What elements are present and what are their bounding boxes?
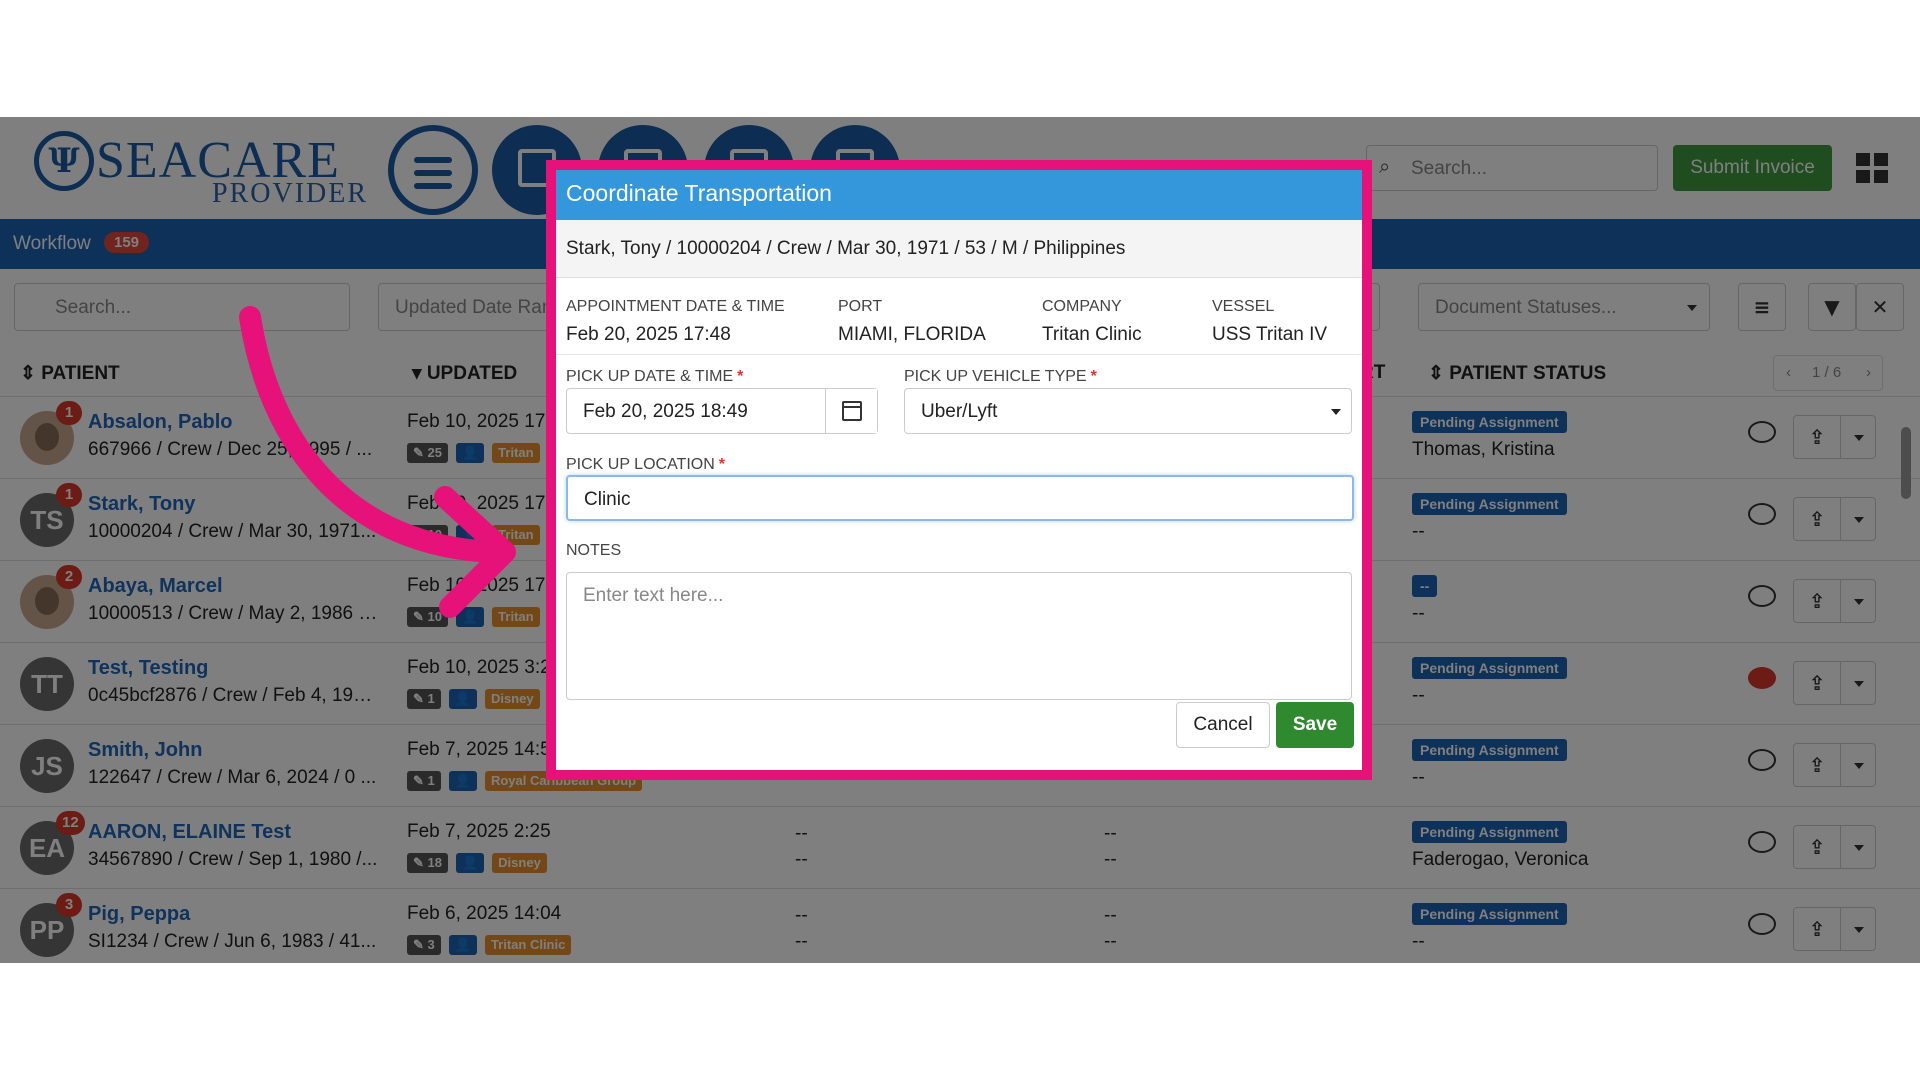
label-text: PICK UP DATE & TIME bbox=[566, 368, 734, 385]
meta-value: USS Tritan IV bbox=[1212, 324, 1328, 345]
patient-summary: Stark, Tony / 10000204 / Crew / Mar 30, … bbox=[556, 220, 1362, 278]
meta-value: Feb 20, 2025 17:48 bbox=[566, 324, 731, 345]
save-button[interactable]: Save bbox=[1276, 702, 1354, 748]
pickup-datetime-input[interactable]: Feb 20, 2025 18:49 bbox=[566, 388, 878, 434]
app-screen: Ψ SEACARE PROVIDER ⌕ Search... Submit In… bbox=[0, 117, 1920, 963]
modal-header: Coordinate Transportation bbox=[556, 170, 1362, 220]
chevron-down-icon bbox=[1331, 409, 1341, 415]
input-value: Clinic bbox=[584, 489, 631, 510]
label-text: PICK UP VEHICLE TYPE bbox=[904, 368, 1087, 385]
input-value: Feb 20, 2025 18:49 bbox=[583, 401, 748, 422]
pickup-location-label: PICK UP LOCATION * bbox=[566, 456, 725, 474]
select-value: Uber/Lyft bbox=[921, 401, 998, 422]
meta-label: COMPANY bbox=[1042, 298, 1122, 315]
meta-label: PORT bbox=[838, 298, 883, 315]
pickup-datetime-label: PICK UP DATE & TIME * bbox=[566, 368, 743, 386]
pickup-location-input[interactable]: Clinic bbox=[566, 475, 1354, 521]
modal-title: Coordinate Transportation bbox=[566, 180, 832, 206]
notes-placeholder: Enter text here... bbox=[583, 585, 724, 606]
meta-label: APPOINTMENT DATE & TIME bbox=[566, 298, 785, 315]
meta-value: Tritan Clinic bbox=[1042, 324, 1142, 345]
annotation-arrow-icon bbox=[239, 306, 516, 618]
required-asterisk: * bbox=[1090, 368, 1097, 385]
divider bbox=[556, 354, 1362, 355]
meta-label: VESSEL bbox=[1212, 298, 1275, 315]
label-text: PICK UP LOCATION bbox=[566, 456, 715, 473]
company: COMPANY Tritan Clinic bbox=[1042, 298, 1142, 346]
required-asterisk: * bbox=[718, 456, 726, 473]
meta-value: MIAMI, FLORIDA bbox=[838, 324, 986, 345]
calendar-picker-button[interactable] bbox=[825, 389, 877, 433]
vehicle-type-select[interactable]: Uber/Lyft bbox=[904, 388, 1352, 434]
required-asterisk: * bbox=[737, 368, 744, 385]
patient-summary-text: Stark, Tony / 10000204 / Crew / Mar 30, … bbox=[566, 238, 1126, 259]
notes-label: NOTES bbox=[566, 542, 622, 559]
vessel: VESSEL USS Tritan IV bbox=[1212, 298, 1327, 346]
notes-textarea[interactable]: Enter text here... bbox=[566, 572, 1352, 700]
coordinate-transportation-modal: Coordinate Transportation Stark, Tony / … bbox=[546, 160, 1372, 780]
port: PORT MIAMI, FLORIDA bbox=[838, 298, 986, 346]
cancel-button[interactable]: Cancel bbox=[1176, 702, 1270, 748]
appointment-datetime: APPOINTMENT DATE & TIME Feb 20, 2025 17:… bbox=[566, 298, 785, 346]
vehicle-type-label: PICK UP VEHICLE TYPE * bbox=[904, 368, 1097, 386]
calendar-icon bbox=[842, 401, 862, 421]
